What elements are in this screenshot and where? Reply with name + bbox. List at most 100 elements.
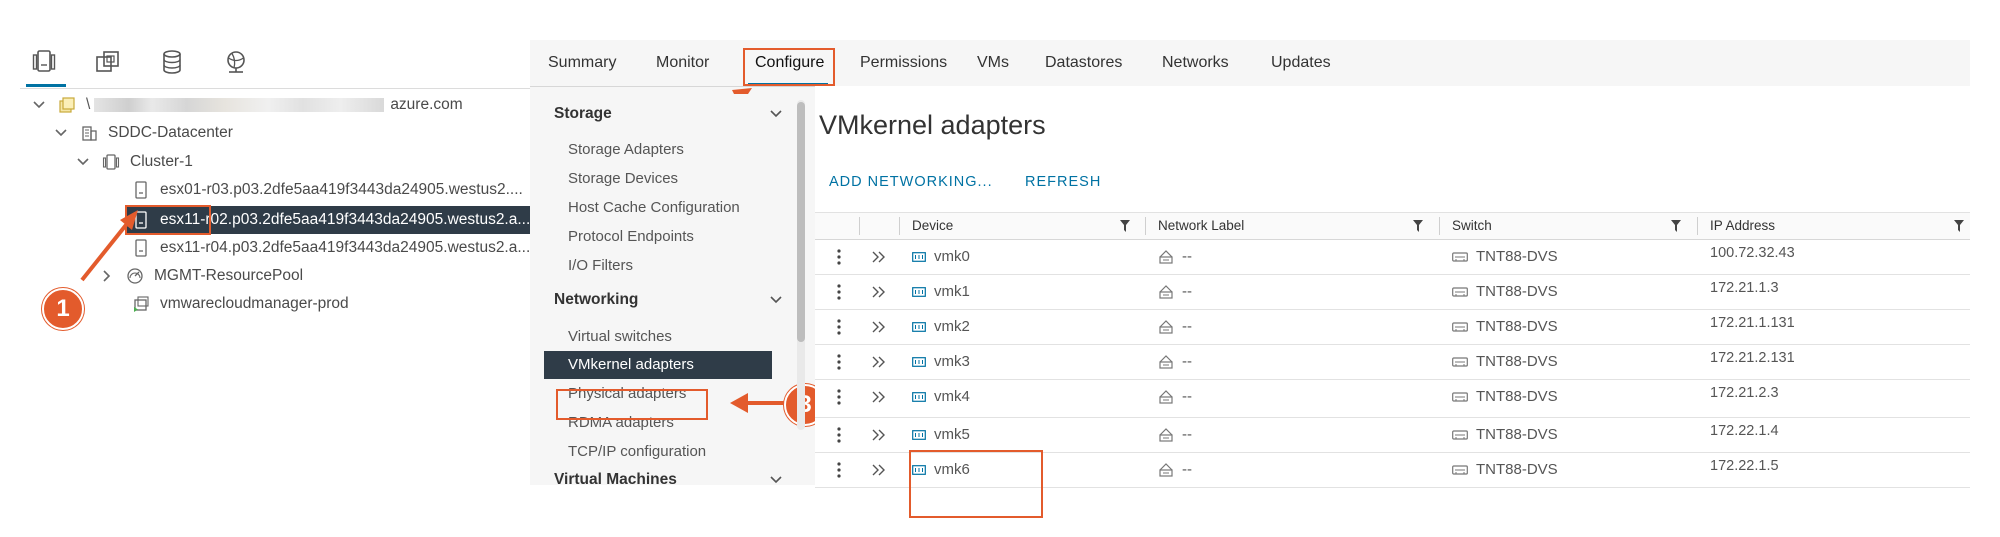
vms-and-templates-icon[interactable] [92, 46, 124, 78]
tree-item-host[interactable]: esx11-r04.p03.2dfe5aa419f3443da24905.wes… [132, 234, 530, 262]
filter-icon[interactable] [1954, 220, 1964, 232]
chevron-down-icon[interactable] [770, 110, 782, 118]
tree-item-host[interactable]: esx01-r03.p03.2dfe5aa419f3443da24905.wes… [132, 176, 523, 204]
table-row[interactable]: vmk3 -- TNT88-DVS 172.21.2.131 [815, 344, 1970, 380]
expand-row-icon[interactable] [871, 379, 887, 414]
chevron-down-icon[interactable] [770, 296, 782, 304]
switch-cell: TNT88-DVS [1452, 379, 1558, 414]
tree-item-cluster[interactable]: Cluster-1 [76, 148, 193, 176]
device-name: vmk4 [934, 388, 970, 405]
network-label-cell: -- [1158, 274, 1192, 309]
row-actions-icon[interactable] [833, 344, 845, 379]
tree-item-label: vmwarecloudmanager-prod [160, 295, 349, 312]
row-actions-icon[interactable] [833, 309, 845, 344]
menu-section-virtual-machines[interactable]: Virtual Machines [554, 471, 782, 489]
network-label-value: -- [1182, 318, 1192, 335]
row-actions-icon[interactable] [833, 417, 845, 452]
tree-item-label: esx11-r02.p03.2dfe5aa419f3443da24905.wes… [160, 211, 531, 228]
redacted-name [94, 98, 385, 112]
switch-cell: TNT88-DVS [1452, 309, 1558, 344]
device-cell[interactable]: vmk2 [912, 309, 970, 344]
refresh-button[interactable]: REFRESH [1025, 174, 1101, 190]
tab-summary[interactable]: Summary [548, 54, 616, 72]
divider [20, 88, 530, 89]
row-actions-icon[interactable] [833, 379, 845, 414]
distributed-switch-icon [1452, 321, 1468, 333]
content-panel: VMkernel adapters ADD NETWORKING... REFR… [815, 86, 1970, 518]
tree-item-vcenter[interactable]: \ azure.com [32, 91, 463, 119]
hosts-and-clusters-icon[interactable] [28, 46, 60, 78]
callout-highlight-vmk5-vmk6 [909, 450, 1043, 518]
filter-icon[interactable] [1671, 220, 1681, 232]
row-actions-icon[interactable] [833, 452, 845, 487]
table-row[interactable]: vmk2 -- TNT88-DVS 172.21.1.131 [815, 309, 1970, 345]
table-row[interactable]: vmk4 -- TNT88-DVS 172.21.2.3 [815, 379, 1970, 418]
expand-row-icon[interactable] [871, 274, 887, 309]
menu-item-storage-devices[interactable]: Storage Devices [568, 170, 678, 187]
tab-datastores[interactable]: Datastores [1045, 54, 1122, 72]
column-header-network-label[interactable]: Network Label [1158, 213, 1244, 239]
device-cell[interactable]: vmk4 [912, 379, 970, 414]
device-name: vmk0 [934, 248, 970, 265]
chevron-down-icon[interactable] [54, 126, 68, 140]
menu-section-networking[interactable]: Networking [554, 291, 782, 309]
column-header-switch[interactable]: Switch [1452, 213, 1492, 239]
expand-row-icon[interactable] [871, 239, 887, 274]
device-cell[interactable]: vmk1 [912, 274, 970, 309]
row-actions-icon[interactable] [833, 274, 845, 309]
filter-icon[interactable] [1120, 220, 1130, 232]
table-row[interactable]: vmk5 -- TNT88-DVS 172.22.1.4 [815, 417, 1970, 453]
switch-name: TNT88-DVS [1476, 353, 1558, 370]
column-header-ip-address[interactable]: IP Address [1710, 213, 1775, 239]
device-cell[interactable]: vmk5 [912, 417, 970, 452]
tree-item-label: esx01-r03.p03.2dfe5aa419f3443da24905.wes… [160, 181, 523, 198]
side-menu-scrollbar-thumb[interactable] [797, 102, 805, 342]
tree-item-datacenter[interactable]: SDDC-Datacenter [54, 119, 233, 147]
network-adapter-icon [912, 429, 926, 440]
network-adapter-icon [912, 391, 926, 402]
chevron-down-icon[interactable] [32, 98, 46, 112]
table-row[interactable]: vmk1 -- TNT88-DVS 172.21.1.3 [815, 274, 1970, 310]
port-group-icon [1158, 249, 1174, 264]
expand-row-icon[interactable] [871, 309, 887, 344]
row-actions-icon[interactable] [833, 239, 845, 274]
tree-item-vapp[interactable]: vmwarecloudmanager-prod [132, 290, 349, 318]
table-row[interactable]: vmk0 -- TNT88-DVS 100.72.32.43 [815, 239, 1970, 275]
inventory-view-tabs [28, 46, 252, 86]
device-cell[interactable]: vmk3 [912, 344, 970, 379]
tab-monitor[interactable]: Monitor [656, 54, 709, 72]
expand-row-icon[interactable] [871, 344, 887, 379]
column-header-device[interactable]: Device [912, 213, 953, 239]
tab-updates[interactable]: Updates [1271, 54, 1331, 72]
menu-item-protocol-endpoints[interactable]: Protocol Endpoints [568, 228, 694, 245]
port-group-icon [1158, 284, 1174, 299]
storage-icon[interactable] [156, 46, 188, 78]
expand-row-icon[interactable] [871, 452, 887, 487]
callout-arrow-1 [80, 210, 138, 282]
menu-item-virtual-switches[interactable]: Virtual switches [568, 328, 672, 345]
chevron-down-icon[interactable] [76, 155, 90, 169]
menu-section-storage[interactable]: Storage [554, 105, 782, 123]
menu-item-tcpip-configuration[interactable]: TCP/IP configuration [568, 443, 706, 460]
expand-row-icon[interactable] [871, 417, 887, 452]
tree-item-label: Cluster-1 [130, 153, 193, 170]
network-label-value: -- [1182, 388, 1192, 405]
networking-icon[interactable] [220, 46, 252, 78]
tab-vms[interactable]: VMs [977, 54, 1009, 72]
device-cell[interactable]: vmk0 [912, 239, 970, 274]
filter-icon[interactable] [1413, 220, 1423, 232]
tab-networks[interactable]: Networks [1162, 54, 1229, 72]
distributed-switch-icon [1452, 429, 1468, 441]
menu-item-vmkernel-adapters[interactable]: VMkernel adapters [544, 351, 772, 379]
menu-item-host-cache[interactable]: Host Cache Configuration [568, 199, 740, 216]
add-networking-button[interactable]: ADD NETWORKING... [829, 174, 993, 190]
tab-permissions[interactable]: Permissions [860, 54, 947, 72]
chevron-down-icon[interactable] [770, 476, 782, 484]
network-label-value: -- [1182, 426, 1192, 443]
datacenter-icon [80, 124, 98, 142]
network-label-value: -- [1182, 248, 1192, 265]
callout-number-1: 1 [42, 288, 84, 330]
menu-item-storage-adapters[interactable]: Storage Adapters [568, 141, 684, 158]
ip-address-cell: 172.21.2.3 [1710, 385, 1779, 401]
menu-item-io-filters[interactable]: I/O Filters [568, 257, 633, 274]
